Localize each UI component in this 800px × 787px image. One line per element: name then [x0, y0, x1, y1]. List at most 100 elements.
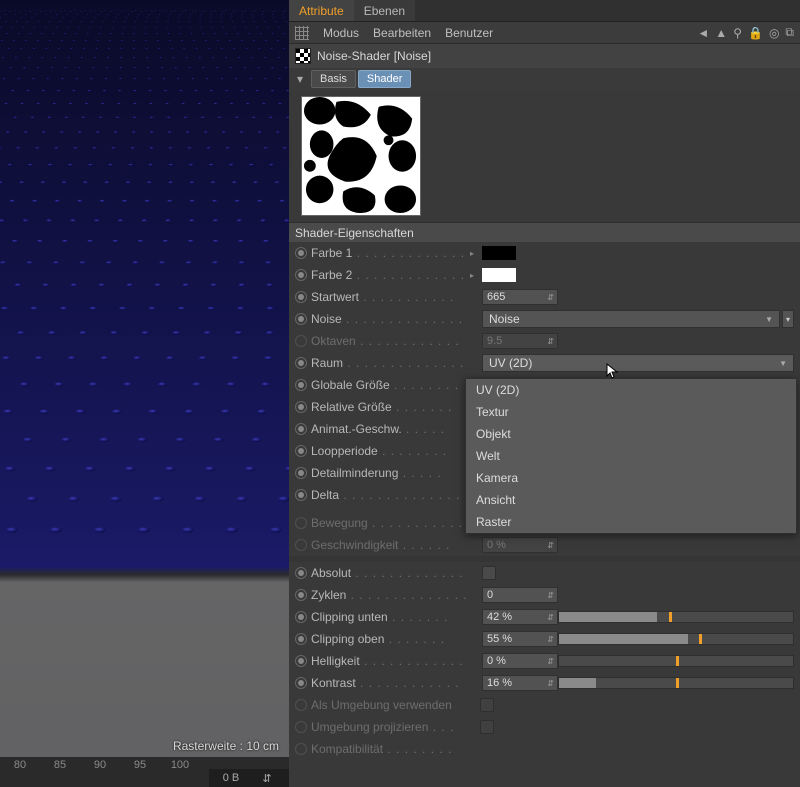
label-bewegung: Bewegung	[311, 516, 368, 530]
zyklen-input[interactable]: 0⇵	[482, 587, 558, 603]
chevron-down-icon: ▼	[779, 359, 787, 368]
raum-option[interactable]: Textur	[466, 401, 796, 423]
mode-menu[interactable]: Modus	[323, 26, 359, 40]
collapse-arrow-icon[interactable]: ▾	[293, 72, 307, 86]
flyout-arrow-icon[interactable]: ▸	[470, 271, 478, 280]
lock-icon[interactable]: 🔒	[748, 26, 763, 40]
edit-menu[interactable]: Bearbeiten	[373, 26, 431, 40]
row-als-umgebung: Als Umgebung verwenden	[289, 694, 800, 716]
label-startwert: Startwert	[311, 290, 359, 304]
nav-up-icon[interactable]: ▲	[715, 26, 727, 40]
helligkeit-slider[interactable]	[558, 655, 794, 667]
target-icon[interactable]: ◎	[769, 26, 779, 40]
raum-option[interactable]: Ansicht	[466, 489, 796, 511]
helligkeit-input[interactable]: 0 %⇵	[482, 653, 558, 669]
flyout-arrow-icon[interactable]: ▸	[470, 249, 478, 258]
raum-option[interactable]: Raster	[466, 511, 796, 533]
anim-dot-icon[interactable]	[295, 247, 307, 259]
tick-95: 95	[120, 759, 160, 771]
anim-dot-icon[interactable]	[295, 423, 307, 435]
row-clipping-oben: Clipping oben . . . . . . . 55 %⇵	[289, 628, 800, 650]
spin-arrows-icon[interactable]: ⇵	[547, 679, 553, 688]
label-kontrast: Kontrast	[311, 676, 356, 690]
subtab-basis[interactable]: Basis	[311, 70, 356, 88]
color2-swatch[interactable]	[482, 268, 516, 282]
grid-size-label: Rasterweite : 10 cm	[173, 739, 279, 753]
subtab-shader[interactable]: Shader	[358, 70, 411, 88]
label-umgebung-projizieren: Umgebung projizieren	[311, 720, 428, 734]
user-menu[interactable]: Benutzer	[445, 26, 493, 40]
anim-dot-icon[interactable]	[295, 633, 307, 645]
anim-dot-icon[interactable]	[295, 567, 307, 579]
row-helligkeit: Helligkeit . . . . . . . . . . . . 0 %⇵	[289, 650, 800, 672]
spin-arrows-icon[interactable]: ⇵	[547, 591, 553, 600]
anim-dot-icon[interactable]	[295, 313, 307, 325]
startwert-input[interactable]: 665 ⇵	[482, 289, 558, 305]
label-globale-groesse: Globale Größe	[311, 378, 390, 392]
spin-arrows-icon: ⇵	[547, 337, 553, 346]
spin-arrows-icon[interactable]: ⇵	[547, 657, 553, 666]
kontrast-input[interactable]: 16 %⇵	[482, 675, 558, 691]
absolut-checkbox[interactable]	[482, 566, 496, 580]
anim-dot-icon	[295, 721, 307, 733]
clipping-oben-input[interactable]: 55 %⇵	[482, 631, 558, 647]
anim-dot-icon[interactable]	[295, 467, 307, 479]
startwert-value: 665	[487, 291, 505, 303]
nav-back-icon[interactable]: ◄	[697, 26, 709, 40]
mode-bar: Modus Bearbeiten Benutzer ◄ ▲ ⚲ 🔒 ◎ ⧉	[289, 22, 800, 44]
anim-dot-icon[interactable]	[295, 589, 307, 601]
raum-dropdown-value: UV (2D)	[489, 356, 532, 370]
color1-swatch[interactable]	[482, 246, 516, 260]
raum-dropdown[interactable]: UV (2D) ▼	[482, 354, 794, 372]
raum-option[interactable]: Objekt	[466, 423, 796, 445]
shader-preview[interactable]	[301, 96, 421, 216]
row-absolut: Absolut . . . . . . . . . . . . .	[289, 562, 800, 584]
spin-arrows-icon[interactable]: ⇵	[547, 635, 553, 644]
raum-dropdown-popup[interactable]: UV (2D)TexturObjektWeltKameraAnsichtRast…	[465, 378, 797, 534]
search-icon[interactable]: ⚲	[733, 26, 742, 40]
anim-dot-icon[interactable]	[295, 489, 307, 501]
noise-shader-icon	[295, 48, 311, 64]
geschwindigkeit-value: 0 %	[487, 539, 506, 551]
anim-dot-icon[interactable]	[295, 291, 307, 303]
label-raum: Raum	[311, 356, 343, 370]
kontrast-slider[interactable]	[558, 677, 794, 689]
anim-dot-icon[interactable]	[295, 445, 307, 457]
raum-option[interactable]: Kamera	[466, 467, 796, 489]
label-oktaven: Oktaven	[311, 334, 356, 348]
section-shader-eigenschaften: Shader-Eigenschaften	[289, 222, 800, 242]
anim-dot-icon[interactable]	[295, 677, 307, 689]
tab-ebenen[interactable]: Ebenen	[354, 0, 415, 21]
clipping-unten-value: 42 %	[487, 611, 512, 623]
spin-arrows-icon[interactable]: ⇵	[547, 293, 553, 302]
new-window-icon[interactable]: ⧉	[785, 25, 794, 40]
anim-dot-icon[interactable]	[295, 379, 307, 391]
row-oktaven: Oktaven . . . . . . . . . . . . 9.5⇵	[289, 330, 800, 352]
anim-dot-icon[interactable]	[295, 401, 307, 413]
noise-picker-button[interactable]: ▾	[782, 310, 794, 328]
label-absolut: Absolut	[311, 566, 351, 580]
frame-spinbox[interactable]: 0 B ⇵	[209, 769, 289, 787]
object-title: Noise-Shader [Noise]	[317, 49, 431, 63]
spin-arrows-icon[interactable]: ⇵	[249, 772, 285, 785]
label-geschwindigkeit: Geschwindigkeit	[311, 538, 398, 552]
raum-option[interactable]: UV (2D)	[466, 379, 796, 401]
anim-dot-icon[interactable]	[295, 611, 307, 623]
row-startwert: Startwert . . . . . . . . . . . 665⇵	[289, 286, 800, 308]
viewport-3d[interactable]: Rasterweite : 10 cm 80 85 90 95 100 0 B …	[0, 0, 289, 787]
anim-dot-icon[interactable]	[295, 357, 307, 369]
clipping-unten-slider[interactable]	[558, 611, 794, 623]
clipping-oben-slider[interactable]	[558, 633, 794, 645]
spin-arrows-icon[interactable]: ⇵	[547, 613, 553, 622]
tab-attribute[interactable]: Attribute	[289, 0, 354, 21]
tick-80: 80	[0, 759, 40, 771]
anim-dot-icon[interactable]	[295, 655, 307, 667]
object-title-row: Noise-Shader [Noise]	[289, 44, 800, 68]
timeline-ruler[interactable]: 80 85 90 95 100 0 B ⇵	[0, 757, 289, 787]
clipping-unten-input[interactable]: 42 % ⇵	[482, 609, 558, 625]
grid-mode-icon[interactable]	[295, 26, 309, 40]
label-helligkeit: Helligkeit	[311, 654, 360, 668]
noise-type-dropdown[interactable]: Noise▼	[482, 310, 780, 328]
anim-dot-icon[interactable]	[295, 269, 307, 281]
raum-option[interactable]: Welt	[466, 445, 796, 467]
